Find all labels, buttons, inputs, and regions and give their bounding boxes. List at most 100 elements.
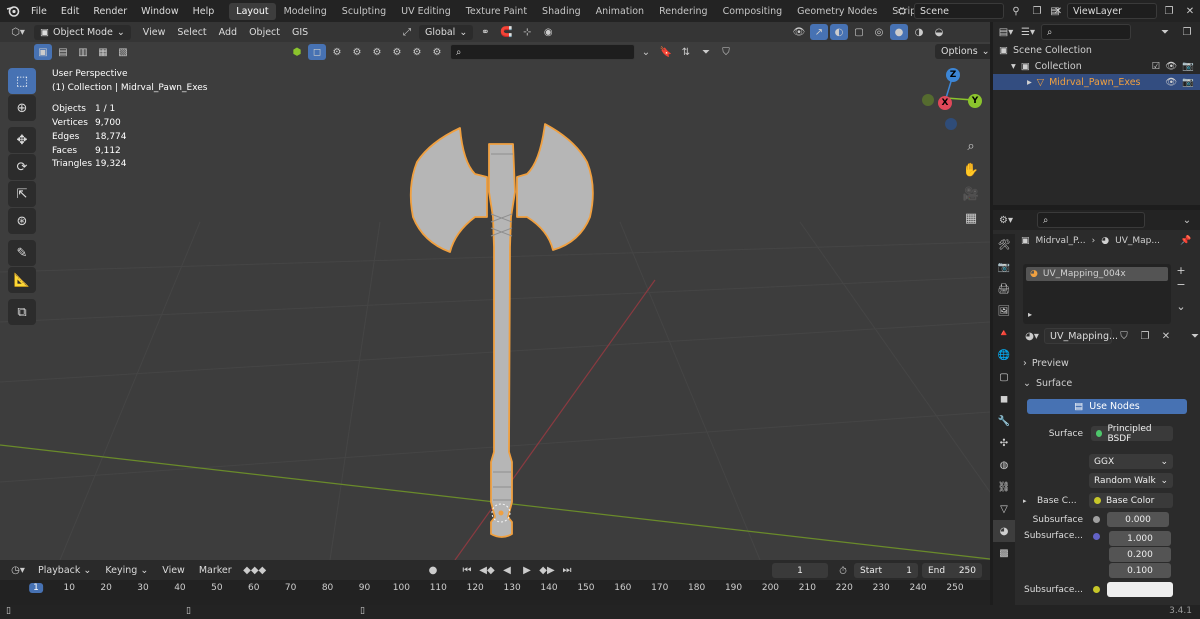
filter-icon-2[interactable]: ⚙ — [348, 44, 366, 60]
measure-tool-icon[interactable]: 📐 — [8, 267, 36, 293]
pan-hand-icon[interactable]: ✋ — [962, 158, 980, 182]
snap-icon[interactable]: 🧲 — [497, 24, 515, 40]
select-box-icon[interactable]: ▣ — [34, 44, 52, 60]
chevron-down-icon[interactable]: ▾ — [1011, 61, 1016, 72]
zoom-icon[interactable]: ⌕ — [962, 134, 980, 158]
funnel-icon[interactable]: ⏷ — [697, 44, 715, 60]
rendered-shading-icon[interactable]: ◒ — [930, 24, 948, 40]
menu-keying[interactable]: Keying ⌄ — [99, 563, 154, 578]
options-dropdown[interactable]: Options ⌄ — [935, 44, 990, 59]
3d-viewport[interactable]: ⬡▾ ▣ Object Mode ⌄ View Select Add Objec… — [0, 22, 990, 560]
material-slot[interactable]: ◕ UV_Mapping_004x — [1026, 267, 1168, 281]
properties-editor-icon[interactable]: ⚙▾ — [997, 212, 1015, 228]
transform-orientation-icon[interactable]: ⤢ — [398, 24, 416, 40]
chevron-down-icon[interactable]: ⌄ — [1178, 212, 1196, 228]
tab-rendering[interactable]: Rendering — [652, 3, 715, 20]
menu-edit[interactable]: Edit — [54, 6, 86, 17]
tab-layout[interactable]: Layout — [229, 2, 276, 20]
remove-slot-button[interactable]: − — [1174, 278, 1188, 292]
eye-icon[interactable]: 👁 — [1165, 61, 1177, 72]
base-color-field[interactable]: Base Color — [1089, 493, 1173, 508]
distribution-dropdown[interactable]: GGX ⌄ — [1089, 454, 1173, 469]
constraints-tab-icon[interactable]: ⛓ — [993, 476, 1015, 498]
gizmo-toggle-icon[interactable]: ↗ — [810, 24, 828, 40]
keyframe-icon[interactable]: ◆◆◆ — [240, 562, 270, 578]
proportional-edit-icon[interactable]: ◉ — [539, 24, 557, 40]
tab-texture-paint[interactable]: Texture Paint — [459, 3, 534, 20]
jump-end-icon[interactable]: ⏭ — [558, 562, 576, 578]
pin-icon[interactable]: 📌 — [1180, 236, 1191, 246]
view-layer-field[interactable]: ViewLayer — [1067, 3, 1157, 19]
outliner-search-input[interactable]: ⌕ — [1041, 24, 1131, 40]
view-layer-tab-icon[interactable]: 🖼 — [993, 300, 1015, 322]
tab-animation[interactable]: Animation — [589, 3, 651, 20]
radius-y-field[interactable]: 0.200 — [1109, 547, 1171, 562]
add-slot-button[interactable]: + — [1174, 264, 1188, 278]
object-tab-icon[interactable]: ◼ — [993, 388, 1015, 410]
blender-logo-icon[interactable] — [2, 3, 24, 19]
snap-target-icon[interactable]: ⊹ — [518, 24, 536, 40]
outliner-scene-collection[interactable]: ▣ Scene Collection — [993, 42, 1200, 58]
select-extend-icon[interactable]: ▤ — [54, 44, 72, 60]
tab-shading[interactable]: Shading — [535, 3, 588, 20]
rotate-tool-icon[interactable]: ⟳ — [8, 154, 36, 180]
view-layer-icon[interactable]: ▤ — [1046, 3, 1064, 19]
data-tab-icon[interactable]: ▽ — [993, 498, 1015, 520]
clock-icon[interactable]: ⏱ — [834, 563, 852, 579]
frame-ruler[interactable]: 1 10 20 30 40 50 60 70 80 90 100 110 120 130 140 150 160… — [0, 580, 990, 605]
collection-tab-icon[interactable]: ▢ — [993, 366, 1015, 388]
current-frame-marker[interactable]: 1 — [29, 583, 43, 593]
material-tab-icon[interactable]: ◕ — [993, 520, 1015, 542]
gizmo-x-axis[interactable]: X — [938, 96, 952, 110]
breadcrumb-material[interactable]: UV_Map... — [1115, 236, 1160, 246]
menu-select[interactable]: Select — [171, 25, 212, 40]
select-tool-icon[interactable]: ⬚ — [8, 68, 36, 94]
breadcrumb-object[interactable]: Midrval_P... — [1036, 236, 1086, 246]
menu-view[interactable]: View — [137, 25, 172, 40]
next-keyframe-icon[interactable]: ◆▶ — [538, 562, 556, 578]
material-shading-icon[interactable]: ◑ — [910, 24, 928, 40]
filter-icon-5[interactable]: ⚙ — [408, 44, 426, 60]
shield-icon[interactable]: ⛉ — [717, 44, 735, 60]
camera-icon[interactable]: 📷 — [1182, 61, 1194, 72]
menu-timeline-view[interactable]: View — [156, 563, 191, 578]
editor-type-icon[interactable]: ⬡▾ — [6, 24, 30, 40]
display-mode-icon[interactable]: ☰▾ — [1019, 24, 1037, 40]
camera-icon[interactable]: 📷 — [1182, 77, 1194, 88]
particles-tab-icon[interactable]: ✣ — [993, 432, 1015, 454]
tool-tab-icon[interactable]: 🛠 — [993, 234, 1015, 256]
duplicate-material-icon[interactable]: ❐ — [1136, 328, 1154, 344]
modifier-tab-icon[interactable]: 🔧 — [993, 410, 1015, 432]
scene-tab-icon[interactable]: 🔺 — [993, 322, 1015, 344]
material-browse-icon[interactable]: ◕▾ — [1023, 328, 1041, 344]
add-cube-tool-icon[interactable]: ⧉ — [8, 299, 36, 325]
outliner-editor-icon[interactable]: ▤▾ — [997, 24, 1015, 40]
tab-modeling[interactable]: Modeling — [277, 3, 334, 20]
menu-add[interactable]: Add — [213, 25, 243, 40]
overlay-toggle-icon[interactable]: ◐ — [830, 24, 848, 40]
material-slot-list[interactable]: ◕ UV_Mapping_004x ▸ — [1023, 264, 1171, 324]
outliner-collection-row[interactable]: ▾ ▣ Collection ☑ 👁 📷 — [993, 58, 1200, 74]
menu-gis[interactable]: GIS — [286, 25, 314, 40]
record-icon[interactable]: ● — [424, 562, 442, 578]
surface-shader-field[interactable]: Principled BSDF — [1091, 424, 1173, 444]
outliner-object-row[interactable]: ▸ ▽ Midrval_Pawn_Exes 👁 📷 — [993, 74, 1200, 90]
xray-icon[interactable]: ▢ — [850, 24, 868, 40]
properties-search-input[interactable]: ⌕ — [1037, 212, 1145, 228]
checkbox-icon[interactable]: ☑ — [1152, 61, 1161, 72]
physics-tab-icon[interactable]: ◍ — [993, 454, 1015, 476]
bookmark-icon[interactable]: 🔖 — [657, 44, 675, 60]
filter-icon-1[interactable]: ⚙ — [328, 44, 346, 60]
new-scene-icon[interactable]: ❐ — [1028, 3, 1046, 19]
object-filter-icon[interactable]: ◻ — [308, 44, 326, 60]
close-icon[interactable]: ✕ — [1157, 328, 1175, 344]
chevron-down-icon[interactable]: ⌄ — [637, 44, 655, 60]
select-intersect-icon[interactable]: ▧ — [114, 44, 132, 60]
subsurface-field[interactable]: 0.000 — [1107, 512, 1169, 527]
tab-compositing[interactable]: Compositing — [716, 3, 790, 20]
fake-user-shield-icon[interactable]: ⛉ — [1115, 328, 1133, 344]
menu-file[interactable]: File — [24, 6, 54, 17]
world-tab-icon[interactable]: 🌐 — [993, 344, 1015, 366]
menu-render[interactable]: Render — [86, 6, 134, 17]
solid-shading-icon[interactable]: ● — [890, 24, 908, 40]
